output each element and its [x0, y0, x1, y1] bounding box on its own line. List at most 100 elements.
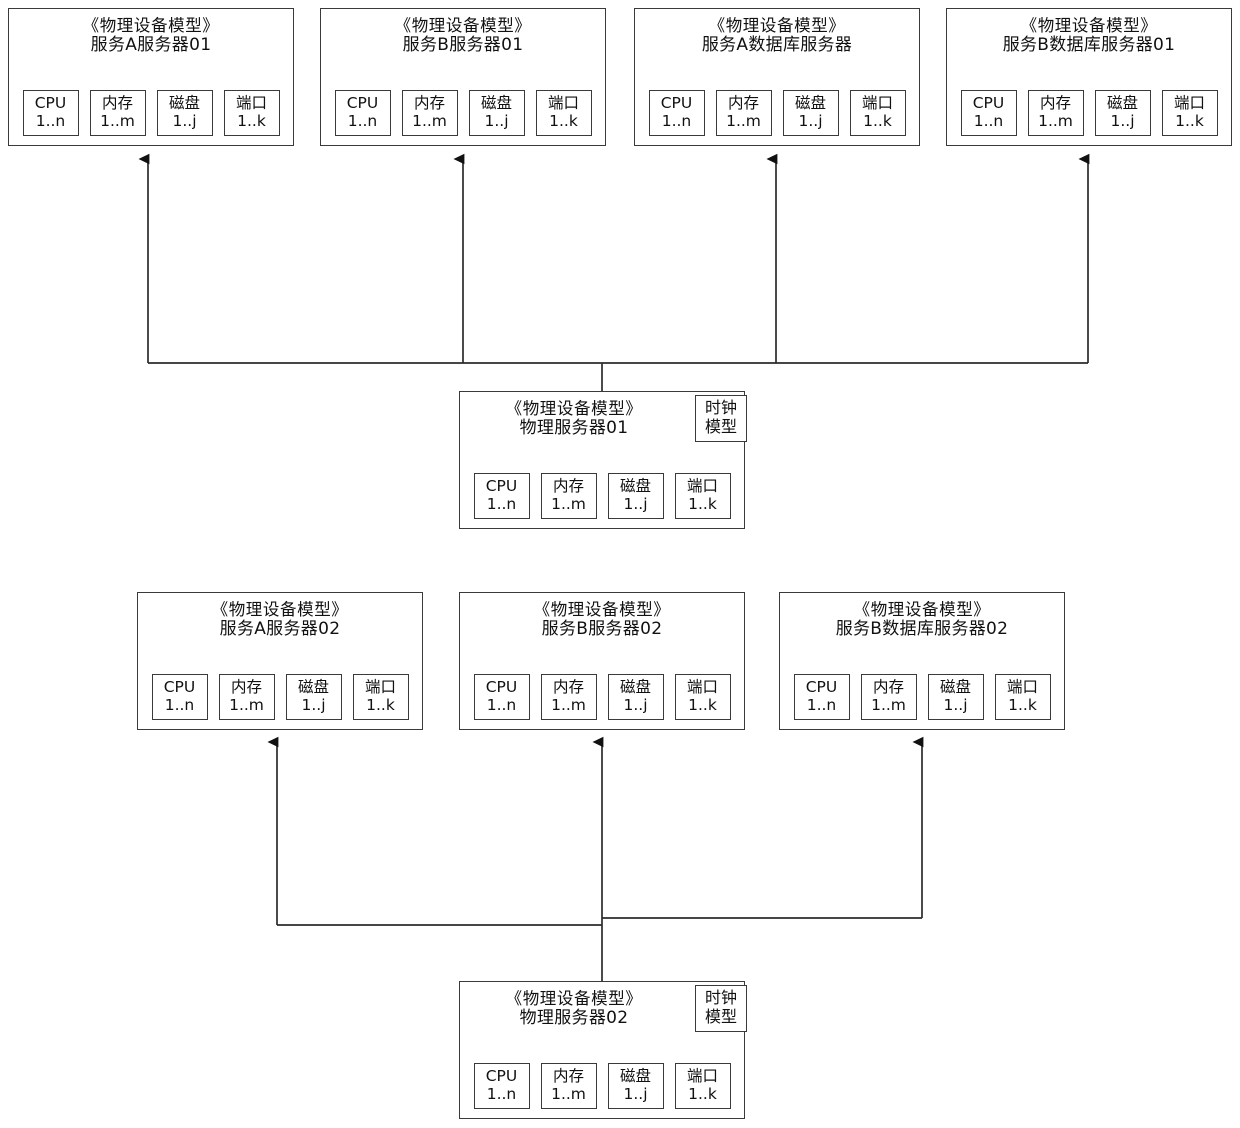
part-cpu-multiplicity: 1..n	[661, 112, 692, 131]
part-cpu-label: CPU	[660, 93, 693, 112]
part-port-label: 端口	[547, 93, 579, 112]
part-port[interactable]: 端口 1..k	[223, 89, 280, 136]
part-memory-label: 内存	[727, 93, 759, 112]
node-service-b-server-02[interactable]: 《物理设备模型》 服务B服务器02 CPU 1..n 内存 1..m 磁盘 1.…	[459, 592, 745, 730]
part-disk[interactable]: 磁盘 1..j	[1094, 89, 1151, 136]
part-cpu[interactable]: CPU 1..n	[334, 89, 391, 136]
part-cpu-multiplicity: 1..n	[486, 1085, 517, 1104]
node-service-a-server-01[interactable]: 《物理设备模型》 服务A服务器01 CPU 1..n 内存 1..m 磁盘 1.…	[8, 8, 294, 146]
part-port[interactable]: 端口 1..k	[352, 673, 409, 720]
node-header: 《物理设备模型》 物理服务器01 时钟 模型	[460, 392, 747, 442]
clock-model-label-line2: 模型	[704, 416, 737, 436]
part-cpu[interactable]: CPU 1..n	[960, 89, 1017, 136]
part-disk[interactable]: 磁盘 1..j	[782, 89, 839, 136]
node-service-b-db-server-01[interactable]: 《物理设备模型》 服务B数据库服务器01 CPU 1..n 内存 1..m 磁盘…	[946, 8, 1232, 146]
part-memory[interactable]: 内存 1..m	[860, 673, 917, 720]
part-memory-label: 内存	[230, 677, 262, 696]
part-port-label: 端口	[686, 677, 718, 696]
part-port-multiplicity: 1..k	[863, 112, 892, 131]
bottom-generalization-bus	[267, 736, 924, 981]
parts-row: CPU 1..n 内存 1..m 磁盘 1..j 端口 1..k	[460, 467, 744, 528]
part-port[interactable]: 端口 1..k	[994, 673, 1051, 720]
part-memory-multiplicity: 1..m	[1038, 112, 1073, 131]
clock-model-chip[interactable]: 时钟 模型	[695, 395, 747, 442]
part-port[interactable]: 端口 1..k	[674, 472, 731, 519]
node-title: 服务A数据库服务器	[701, 35, 853, 56]
part-port-label: 端口	[861, 93, 893, 112]
part-port-label: 端口	[235, 93, 267, 112]
part-cpu[interactable]: CPU 1..n	[473, 472, 530, 519]
node-service-b-db-server-02[interactable]: 《物理设备模型》 服务B数据库服务器02 CPU 1..n 内存 1..m 磁盘…	[779, 592, 1065, 730]
part-memory-multiplicity: 1..m	[551, 1085, 586, 1104]
part-disk[interactable]: 磁盘 1..j	[468, 89, 525, 136]
part-memory[interactable]: 内存 1..m	[715, 89, 772, 136]
part-cpu-label: CPU	[485, 1066, 518, 1085]
node-service-a-db-server[interactable]: 《物理设备模型》 服务A数据库服务器 CPU 1..n 内存 1..m 磁盘 1…	[634, 8, 920, 146]
part-port-multiplicity: 1..k	[366, 696, 395, 715]
part-port-multiplicity: 1..k	[688, 1085, 717, 1104]
part-cpu[interactable]: CPU 1..n	[473, 673, 530, 720]
part-memory[interactable]: 内存 1..m	[540, 472, 597, 519]
node-physical-server-01[interactable]: 《物理设备模型》 物理服务器01 时钟 模型 CPU 1..n 内存 1..m …	[459, 391, 747, 529]
part-disk[interactable]: 磁盘 1..j	[607, 673, 664, 720]
part-port-label: 端口	[686, 1066, 718, 1085]
part-memory[interactable]: 内存 1..m	[89, 89, 146, 136]
part-disk-multiplicity: 1..j	[1110, 112, 1135, 131]
part-memory-label: 内存	[872, 677, 904, 696]
stereotype-label: 《物理设备模型》	[394, 16, 532, 35]
part-disk[interactable]: 磁盘 1..j	[156, 89, 213, 136]
part-cpu-multiplicity: 1..n	[164, 696, 195, 715]
parts-row: CPU 1..n 内存 1..m 磁盘 1..j 端口 1..k	[780, 668, 1064, 729]
part-disk[interactable]: 磁盘 1..j	[607, 472, 664, 519]
parts-row: CPU 1..n 内存 1..m 磁盘 1..j 端口 1..k	[460, 1057, 744, 1118]
part-cpu-label: CPU	[34, 93, 67, 112]
part-port-label: 端口	[686, 476, 718, 495]
part-disk[interactable]: 磁盘 1..j	[285, 673, 342, 720]
part-memory-multiplicity: 1..m	[229, 696, 264, 715]
part-cpu[interactable]: CPU 1..n	[151, 673, 208, 720]
part-cpu[interactable]: CPU 1..n	[473, 1062, 530, 1109]
part-memory-multiplicity: 1..m	[726, 112, 761, 131]
node-service-b-server-01[interactable]: 《物理设备模型》 服务B服务器01 CPU 1..n 内存 1..m 磁盘 1.…	[320, 8, 606, 146]
part-memory-label: 内存	[552, 1066, 584, 1085]
node-title: 服务A服务器01	[90, 35, 212, 56]
part-cpu-label: CPU	[972, 93, 1005, 112]
part-disk-label: 磁盘	[297, 677, 329, 696]
part-memory[interactable]: 内存 1..m	[540, 673, 597, 720]
clock-model-label-line2: 模型	[704, 1006, 737, 1026]
clock-model-chip[interactable]: 时钟 模型	[695, 985, 747, 1032]
part-port[interactable]: 端口 1..k	[849, 89, 906, 136]
part-port[interactable]: 端口 1..k	[535, 89, 592, 136]
part-cpu[interactable]: CPU 1..n	[22, 89, 79, 136]
top-generalization-bus	[138, 153, 1090, 391]
node-physical-server-02[interactable]: 《物理设备模型》 物理服务器02 时钟 模型 CPU 1..n 内存 1..m …	[459, 981, 747, 1119]
node-header: 《物理设备模型》 服务B数据库服务器01	[947, 9, 1231, 56]
part-cpu[interactable]: CPU 1..n	[793, 673, 850, 720]
node-title: 服务B数据库服务器01	[1002, 35, 1176, 56]
part-disk-multiplicity: 1..j	[623, 696, 648, 715]
part-port[interactable]: 端口 1..k	[674, 673, 731, 720]
part-disk[interactable]: 磁盘 1..j	[607, 1062, 664, 1109]
part-memory[interactable]: 内存 1..m	[540, 1062, 597, 1109]
node-header: 《物理设备模型》 服务B服务器02	[460, 593, 744, 640]
stereotype-label: 《物理设备模型》	[1020, 16, 1158, 35]
parts-row: CPU 1..n 内存 1..m 磁盘 1..j 端口 1..k	[635, 84, 919, 145]
part-disk-multiplicity: 1..j	[798, 112, 823, 131]
part-disk[interactable]: 磁盘 1..j	[927, 673, 984, 720]
part-memory-label: 内存	[552, 476, 584, 495]
part-port-multiplicity: 1..k	[1175, 112, 1204, 131]
part-cpu-multiplicity: 1..n	[806, 696, 837, 715]
part-memory[interactable]: 内存 1..m	[218, 673, 275, 720]
part-cpu-multiplicity: 1..n	[486, 495, 517, 514]
part-cpu-multiplicity: 1..n	[486, 696, 517, 715]
part-port-multiplicity: 1..k	[688, 495, 717, 514]
node-header: 《物理设备模型》 服务B服务器01	[321, 9, 605, 56]
part-memory[interactable]: 内存 1..m	[1027, 89, 1084, 136]
part-cpu[interactable]: CPU 1..n	[648, 89, 705, 136]
part-port[interactable]: 端口 1..k	[674, 1062, 731, 1109]
node-header: 《物理设备模型》 服务A服务器01	[9, 9, 293, 56]
part-port[interactable]: 端口 1..k	[1161, 89, 1218, 136]
part-cpu-label: CPU	[346, 93, 379, 112]
part-memory[interactable]: 内存 1..m	[401, 89, 458, 136]
node-service-a-server-02[interactable]: 《物理设备模型》 服务A服务器02 CPU 1..n 内存 1..m 磁盘 1.…	[137, 592, 423, 730]
